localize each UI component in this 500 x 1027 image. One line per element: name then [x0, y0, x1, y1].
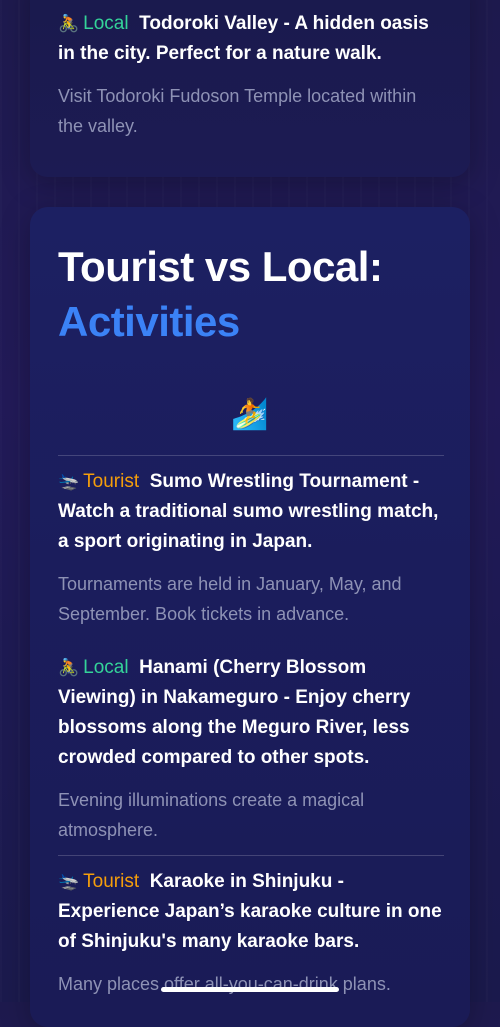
airplane-arrival-icon: 🛬 [58, 472, 80, 492]
airplane-arrival-icon: 🛬 [58, 872, 80, 892]
list-item: 🛬 Tourist Sumo Wrestling Tournament - Wat… [58, 467, 444, 629]
divider [58, 855, 444, 856]
activity-note: Tournaments are held in January, May, an… [58, 574, 402, 624]
list-item: 🚴 Local Todoroki Valley - A hidden oasis … [58, 9, 444, 141]
local-tag: Local [83, 13, 129, 34]
list-item: 🚴 Local Hanami (Cherry Blossom Viewing) i… [58, 653, 444, 845]
list-item: 🛬 Tourist Karaoke in Shinjuku - Experienc… [58, 867, 444, 999]
surfer-icon: 🏄 [231, 397, 269, 432]
tourist-tag: Tourist [83, 471, 140, 492]
activity-title: 🛬 Tourist Sumo Wrestling Tournament - Wat… [58, 467, 444, 557]
activity-note: Evening illuminations create a magical a… [58, 790, 365, 840]
bicycle-icon: 🚴 [58, 14, 80, 34]
home-indicator[interactable] [161, 987, 339, 992]
bicycle-icon: 🚴 [58, 658, 80, 678]
section-title-line2: Activities [58, 298, 240, 345]
section-title: Tourist vs Local: Activities [58, 239, 383, 349]
local-tag: Local [83, 657, 129, 678]
tourist-tag: Tourist [83, 871, 140, 892]
activity-note: Visit Todoroki Fudoson Temple located wi… [58, 86, 417, 136]
divider [58, 455, 444, 456]
activity-note: Many places offer all-you-can-drink plan… [58, 974, 391, 994]
local-activity-card: 🚴 Local Todoroki Valley - A hidden oasis … [30, 0, 470, 177]
activity-title: 🚴 Local Hanami (Cherry Blossom Viewing) i… [58, 653, 444, 773]
activity-title: 🚴 Local Todoroki Valley - A hidden oasis … [58, 9, 444, 69]
section-title-line1: Tourist vs Local: [58, 243, 383, 290]
activity-title: 🛬 Tourist Karaoke in Shinjuku - Experienc… [58, 867, 444, 957]
activities-card: Tourist vs Local: Activities 🏄 🛬 Tourist … [30, 207, 470, 1027]
